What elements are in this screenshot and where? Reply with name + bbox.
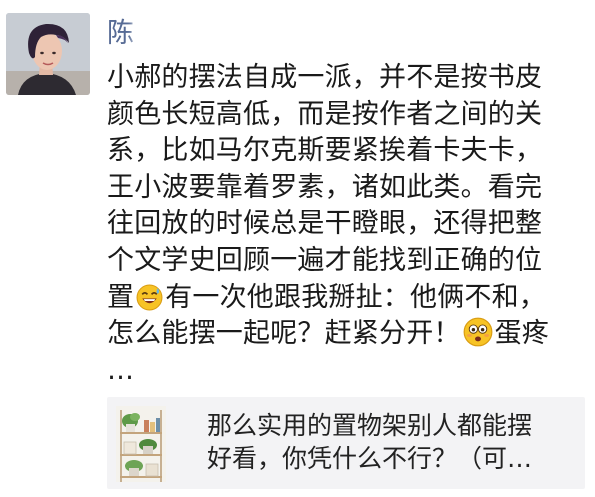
link-thumbnail [116, 406, 166, 482]
post-text-segment: 有一次他跟我掰扯：他俩不和， [165, 281, 547, 313]
post-line: 王小波要靠着罗素，诸如此类。看完 [107, 171, 543, 203]
link-title-line: 好看，你凭什么不行？（可… [207, 444, 533, 473]
name-obscured [133, 4, 203, 56]
post-text-segment: 怎么能摆一起呢？赶紧分开！ [107, 318, 461, 350]
post-line: 小郝的摆法自成一派，并不是按书皮 [107, 62, 543, 93]
avatar-image [6, 13, 90, 95]
post-line: 系，比如马尔克斯要紧挨着卡夫卡， [107, 135, 543, 167]
post-ellipsis: … [107, 354, 135, 386]
link-title: 那么实用的置物架别人都能摆 好看，你凭什么不行？（可… [207, 409, 577, 475]
avatar[interactable] [6, 13, 90, 95]
post-line: 颜色长短高低，而是按作者之间的关 [107, 98, 543, 130]
link-card[interactable]: 那么实用的置物架别人都能摆 好看，你凭什么不行？（可… [107, 397, 585, 489]
post-text-segment: 蛋疼 [494, 318, 550, 350]
link-title-line: 那么实用的置物架别人都能摆 [207, 411, 533, 440]
post-line: 怎么能摆一起呢？赶紧分开！ 蛋疼 [107, 316, 589, 353]
username[interactable]: 陈 [107, 16, 134, 52]
post-text: 小郝的摆法自成一派，并不是按书皮 颜色长短高低，而是按作者之间的关 系，比如马尔… [107, 60, 589, 389]
post-line: 往回放的时候总是干瞪眼，还得把整 [107, 208, 543, 240]
post-line: 个文学史回顾一遍才能找到正确的位 [107, 244, 543, 276]
post-line: 置 有一次他跟我掰扯：他俩不和， [107, 280, 589, 317]
flushed-face-emoji [463, 317, 493, 358]
post-text-segment: 置 [107, 281, 135, 313]
